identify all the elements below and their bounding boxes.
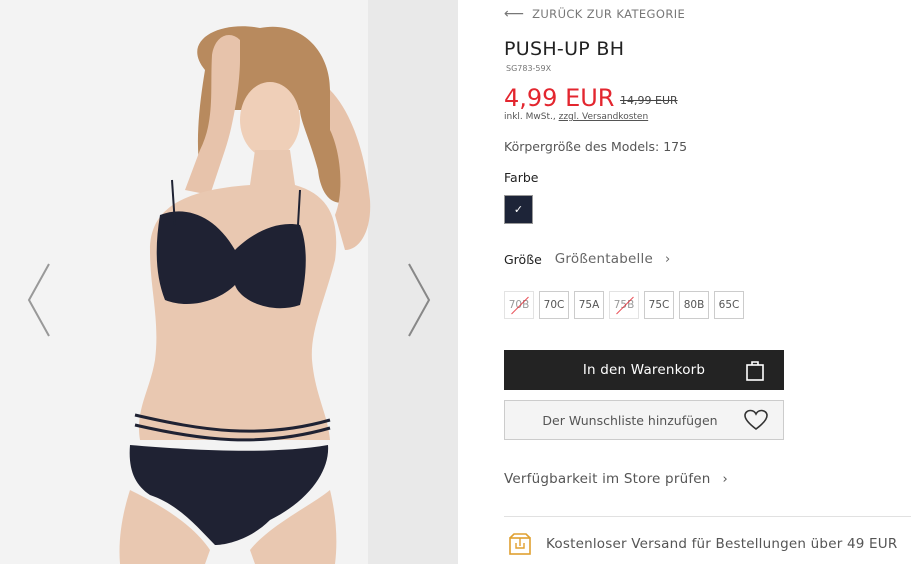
product-old-price: 14,99 EUR [620, 94, 678, 107]
gallery-next-button[interactable] [403, 262, 433, 338]
back-to-category-link[interactable]: ⟵ ZURÜCK ZUR KATEGORIE [504, 6, 685, 22]
size-option-75a[interactable]: 75A [574, 291, 604, 319]
color-swatch-navy[interactable]: ✓ [504, 195, 533, 224]
arrow-left-icon: ⟵ [504, 6, 525, 22]
product-price: 4,99 EUR [504, 84, 615, 112]
shopping-bag-icon [746, 361, 764, 381]
tax-note: inkl. MwSt., zzgl. Versandkosten [504, 112, 648, 122]
size-options: 70B 70C 75A 75B 75C 80B 65C [504, 291, 744, 319]
add-to-cart-button[interactable]: In den Warenkorb [504, 350, 784, 390]
shipping-info: Kostenloser Versand für Bestellungen übe… [508, 532, 897, 556]
size-option-70b: 70B [504, 291, 534, 319]
size-table-link[interactable]: Größentabelle [555, 251, 653, 267]
checkmark-icon: ✓ [513, 203, 524, 216]
add-to-wishlist-button[interactable]: Der Wunschliste hinzufügen [504, 400, 784, 440]
chevron-right-icon: › [664, 251, 671, 267]
color-label: Farbe [504, 170, 539, 185]
model-height: Körpergröße des Models: 175 [504, 139, 688, 154]
heart-icon [744, 409, 768, 431]
size-option-75b: 75B [609, 291, 639, 319]
product-sku: SG783-59X [506, 64, 552, 73]
divider [504, 516, 911, 517]
add-to-cart-label: In den Warenkorb [582, 362, 706, 378]
store-availability-label: Verfügbarkeit im Store prüfen [504, 471, 711, 487]
size-option-70c[interactable]: 70C [539, 291, 569, 319]
shipping-label: Kostenloser Versand für Bestellungen übe… [546, 536, 898, 552]
product-title: PUSH-UP BH [504, 38, 625, 60]
size-option-65c[interactable]: 65C [714, 291, 744, 319]
store-availability-link[interactable]: Verfügbarkeit im Store prüfen › [504, 471, 728, 487]
product-details: ⟵ ZURÜCK ZUR KATEGORIE PUSH-UP BH SG783-… [504, 0, 911, 564]
product-photo [119, 26, 371, 564]
tax-prefix: inkl. MwSt., [504, 112, 556, 122]
gallery-prev-button[interactable] [25, 262, 55, 338]
back-label: ZURÜCK ZUR KATEGORIE [532, 7, 686, 21]
size-label: Größe [504, 251, 542, 267]
chevron-right-icon: › [722, 471, 728, 487]
size-header: Größe Größentabelle › [504, 251, 670, 267]
size-option-80b[interactable]: 80B [679, 291, 709, 319]
shipping-costs-link[interactable]: zzgl. Versandkosten [559, 112, 649, 122]
product-gallery [0, 0, 458, 564]
size-option-75c[interactable]: 75C [644, 291, 674, 319]
add-to-wishlist-label: Der Wunschliste hinzufügen [542, 412, 718, 428]
package-icon [509, 533, 531, 555]
